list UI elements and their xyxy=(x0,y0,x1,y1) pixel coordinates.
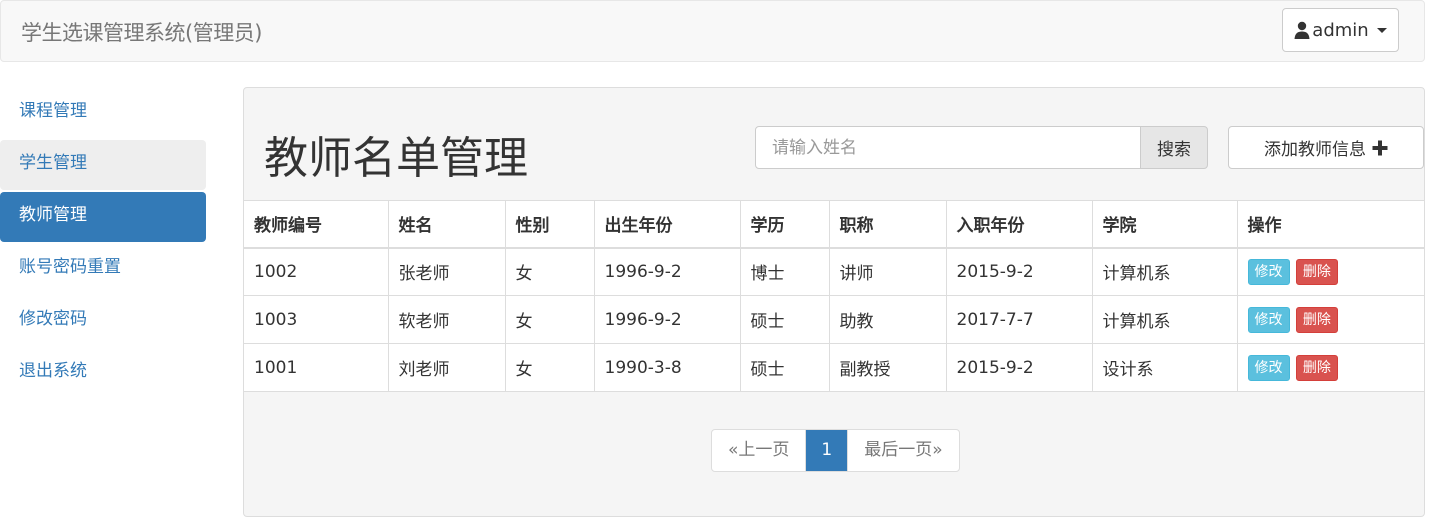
gender-cell: 女 xyxy=(504,295,595,344)
prev-page-link[interactable]: «上一页 xyxy=(712,430,807,471)
degree-cell: 博士 xyxy=(739,247,830,296)
teacher-table: 教师编号 姓名 性别 出生年份 学历 职称 入职年份 学院 操作 1002 张老… xyxy=(244,200,1424,392)
table-header-row: 教师编号 姓名 性别 出生年份 学历 职称 入职年份 学院 操作 xyxy=(244,200,1424,249)
teacher-id-cell: 1003 xyxy=(244,295,389,344)
plus-icon xyxy=(1372,140,1388,155)
table-row: 1001 刘老师 女 1990-3-8 硕士 副教授 2015-9-2 设计系 … xyxy=(244,343,1424,392)
column-header[interactable]: 教师编号 xyxy=(244,200,389,249)
title-cell: 助教 xyxy=(828,295,947,344)
add-teacher-button[interactable]: 添加教师信息 xyxy=(1228,126,1424,169)
current-page-link[interactable]: 1 xyxy=(806,430,849,471)
degree-cell: 硕士 xyxy=(739,343,830,392)
department-cell: 计算机系 xyxy=(1091,295,1238,344)
pagination: «上一页 1 最后一页» xyxy=(711,429,960,472)
birth-date-cell: 1996-9-2 xyxy=(593,247,741,296)
gender-cell: 女 xyxy=(504,343,595,392)
main-panel: 教师名单管理 搜索 添加教师信息 教师编号 姓名 性别 出生年份 学历 职称 入… xyxy=(243,87,1425,517)
sidebar-nav: 课程管理 学生管理 教师管理 账号密码重置 修改密码 退出系统 xyxy=(0,88,206,400)
search-input[interactable] xyxy=(755,126,1141,169)
column-header[interactable]: 操作 xyxy=(1236,200,1424,249)
table-row: 1002 张老师 女 1996-9-2 博士 讲师 2015-9-2 计算机系 … xyxy=(244,247,1424,296)
edit-button[interactable]: 修改 xyxy=(1247,258,1290,285)
department-cell: 计算机系 xyxy=(1091,247,1238,296)
column-header[interactable]: 性别 xyxy=(504,200,595,249)
edit-button[interactable]: 修改 xyxy=(1247,354,1290,381)
column-header[interactable]: 出生年份 xyxy=(593,200,741,249)
teacher-id-cell: 1001 xyxy=(244,343,389,392)
sidebar-item-students[interactable]: 学生管理 xyxy=(0,140,206,190)
teacher-name-cell: 刘老师 xyxy=(387,343,506,392)
user-name: admin xyxy=(1312,19,1369,41)
add-teacher-label: 添加教师信息 xyxy=(1264,140,1366,160)
search-button-label: 搜索 xyxy=(1157,140,1191,160)
column-header[interactable]: 入职年份 xyxy=(945,200,1093,249)
delete-button[interactable]: 删除 xyxy=(1295,354,1338,381)
hire-date-cell: 2015-9-2 xyxy=(945,247,1093,296)
birth-date-cell: 1990-3-8 xyxy=(593,343,741,392)
sidebar-item-change-password[interactable]: 修改密码 xyxy=(0,296,206,346)
teacher-name-cell: 软老师 xyxy=(387,295,506,344)
app-brand[interactable]: 学生选课管理系统(管理员) xyxy=(21,17,262,47)
degree-cell: 硕士 xyxy=(739,295,830,344)
table-row: 1003 软老师 女 1996-9-2 硕士 助教 2017-7-7 计算机系 … xyxy=(244,295,1424,344)
birth-date-cell: 1996-9-2 xyxy=(593,295,741,344)
column-header[interactable]: 学历 xyxy=(739,200,830,249)
actions-cell: 修改 删除 xyxy=(1236,295,1424,344)
delete-button[interactable]: 删除 xyxy=(1295,258,1338,285)
search-button[interactable]: 搜索 xyxy=(1140,126,1208,169)
hire-date-cell: 2017-7-7 xyxy=(945,295,1093,344)
hire-date-cell: 2015-9-2 xyxy=(945,343,1093,392)
user-icon xyxy=(1294,21,1310,39)
sidebar-item-logout[interactable]: 退出系统 xyxy=(0,348,206,398)
column-header[interactable]: 学院 xyxy=(1091,200,1238,249)
edit-button[interactable]: 修改 xyxy=(1247,306,1290,333)
sidebar-item-teachers[interactable]: 教师管理 xyxy=(0,192,206,242)
department-cell: 设计系 xyxy=(1091,343,1238,392)
actions-cell: 修改 删除 xyxy=(1236,343,1424,392)
column-header[interactable]: 职称 xyxy=(828,200,947,249)
teacher-id-cell: 1002 xyxy=(244,247,389,296)
column-header[interactable]: 姓名 xyxy=(387,200,506,249)
page-title: 教师名单管理 xyxy=(264,133,528,184)
gender-cell: 女 xyxy=(504,247,595,296)
sidebar-item-reset-password[interactable]: 账号密码重置 xyxy=(0,244,206,294)
user-menu-button[interactable]: admin xyxy=(1282,8,1399,52)
title-cell: 讲师 xyxy=(828,247,947,296)
title-cell: 副教授 xyxy=(828,343,947,392)
sidebar-item-courses[interactable]: 课程管理 xyxy=(0,88,206,138)
delete-button[interactable]: 删除 xyxy=(1295,306,1338,333)
caret-down-icon xyxy=(1376,27,1387,33)
teacher-name-cell: 张老师 xyxy=(387,247,506,296)
top-navbar: 学生选课管理系统(管理员) admin xyxy=(0,0,1425,62)
actions-cell: 修改 删除 xyxy=(1236,247,1424,296)
last-page-link[interactable]: 最后一页» xyxy=(848,430,958,471)
